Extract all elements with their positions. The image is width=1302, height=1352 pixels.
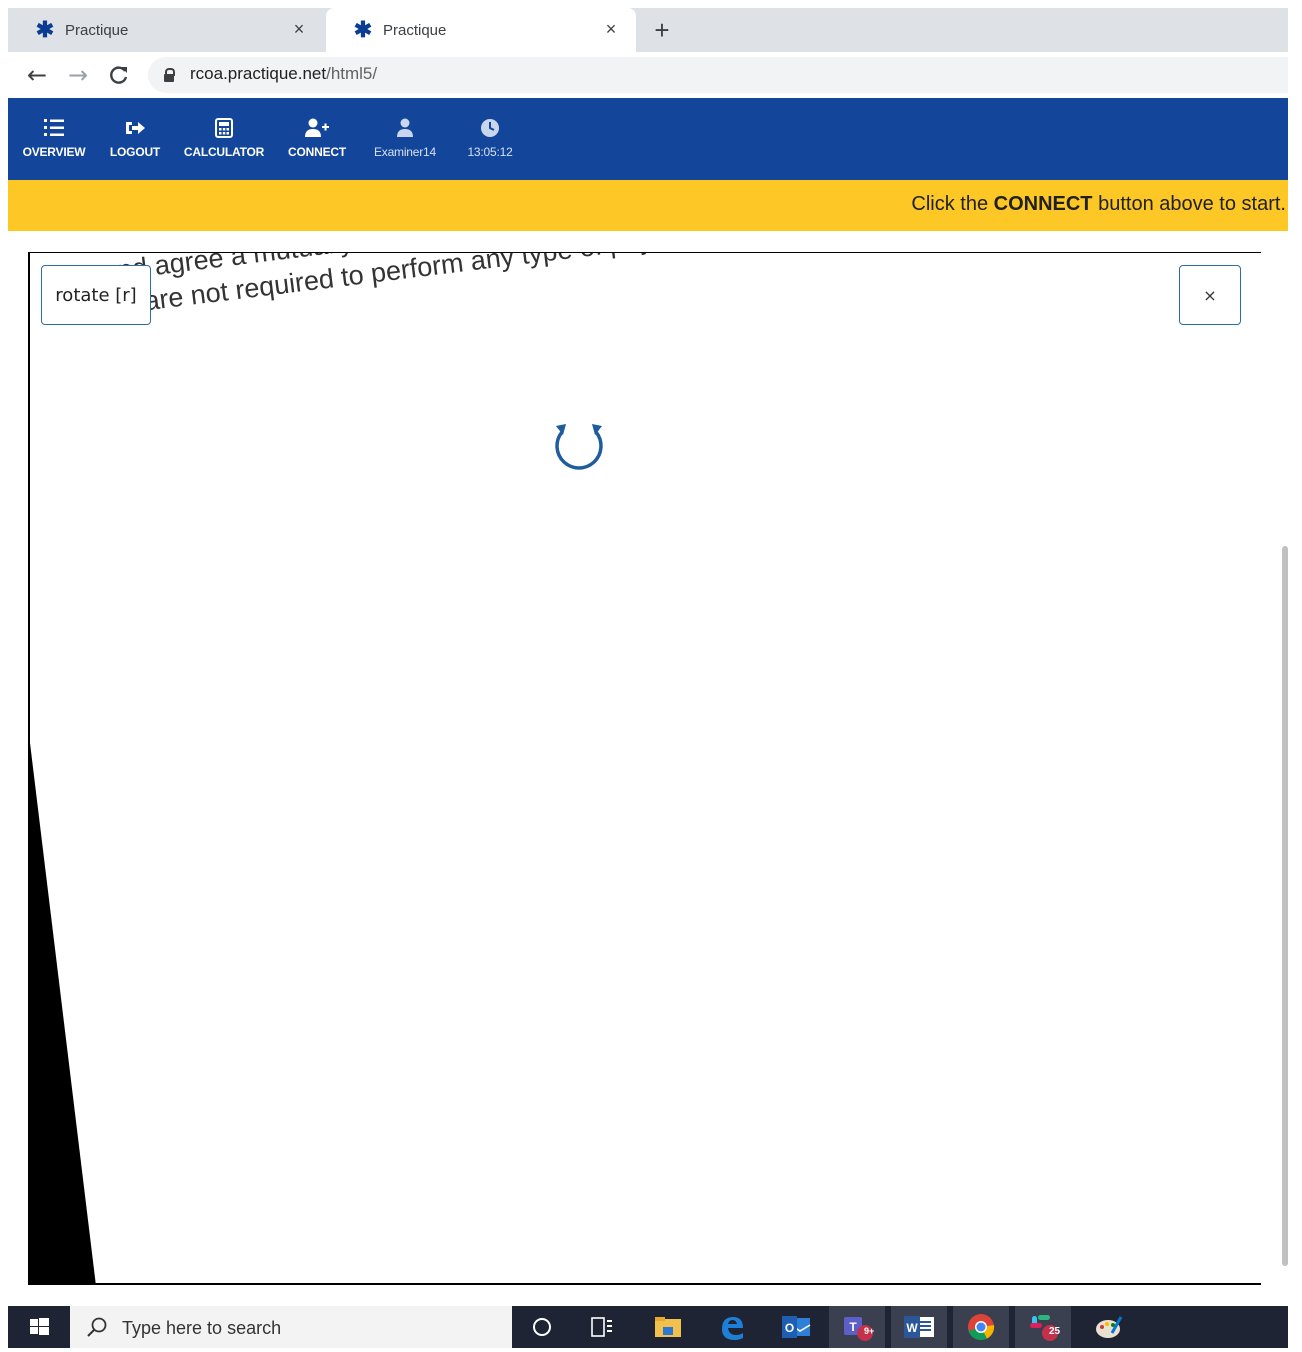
- tab-close-icon[interactable]: ×: [600, 18, 622, 40]
- logout-button[interactable]: LOGOUT: [106, 116, 164, 159]
- banner-emphasis: CONNECT: [993, 193, 1093, 215]
- close-viewer-button[interactable]: ×: [1179, 265, 1241, 325]
- document-viewer[interactable]: , and agree a mutually agree You are not…: [28, 252, 1261, 1285]
- reload-icon[interactable]: [104, 60, 134, 90]
- examiner-indicator: Examiner14: [366, 116, 444, 159]
- calculator-icon: [182, 116, 266, 140]
- svg-text:T: T: [849, 1320, 857, 1334]
- new-tab-button[interactable]: +: [648, 16, 676, 44]
- slack-icon[interactable]: 25: [1015, 1306, 1071, 1348]
- user-icon: [366, 116, 444, 140]
- edge-icon[interactable]: [704, 1306, 760, 1348]
- page-scrollbar[interactable]: [1282, 546, 1288, 1266]
- taskbar-search-box[interactable]: Type here to search: [70, 1306, 512, 1348]
- tab-title: Practique: [65, 21, 129, 39]
- examiner-label: Examiner14: [373, 145, 437, 159]
- outlook-icon[interactable]: O: [768, 1306, 824, 1348]
- teams-badge: 9+: [864, 1326, 875, 1336]
- browser-toolbar: ← → rcoa.practique.net/html5/: [8, 52, 1288, 98]
- browser-tab-active[interactable]: ✱ Practique ×: [326, 8, 636, 52]
- banner-message: Click the CONNECT button above to start.: [911, 193, 1286, 216]
- practique-favicon-icon: ✱: [353, 17, 373, 42]
- search-placeholder: Type here to search: [122, 1318, 282, 1338]
- svg-text:O: O: [785, 1321, 794, 1335]
- svg-text:W: W: [906, 1321, 918, 1335]
- search-icon: [87, 1317, 107, 1337]
- app-navbar: OVERVIEW LOGOUT CALCULATOR CONNECT Exami…: [8, 98, 1288, 180]
- loading-spinner-icon: [548, 418, 610, 478]
- teams-icon[interactable]: T 9+: [829, 1306, 885, 1348]
- connect-label: CONNECT: [288, 145, 346, 159]
- tab-title: Practique: [383, 21, 447, 39]
- overview-button[interactable]: OVERVIEW: [20, 116, 88, 159]
- calculator-button[interactable]: CALCULATOR: [182, 116, 266, 159]
- page-edge-shadow: [30, 743, 96, 1283]
- windows-taskbar: Type here to search O T 9+ W 25: [8, 1306, 1288, 1348]
- cortana-icon[interactable]: [514, 1306, 570, 1348]
- tab-close-icon[interactable]: ×: [288, 18, 310, 40]
- practique-favicon-icon: ✱: [35, 17, 55, 42]
- logout-label: LOGOUT: [109, 145, 161, 159]
- word-icon[interactable]: W: [891, 1306, 947, 1348]
- browser-tab-strip: ✱ Practique × ✱ Practique × +: [8, 8, 1288, 52]
- paint-icon[interactable]: [1081, 1306, 1137, 1348]
- banner-suffix: button above to start.: [1092, 193, 1286, 215]
- url-path: /html5/: [326, 64, 378, 83]
- calculator-label: CALCULATOR: [183, 145, 265, 159]
- file-explorer-icon[interactable]: [640, 1306, 696, 1348]
- address-bar[interactable]: rcoa.practique.net/html5/: [148, 57, 1288, 93]
- start-button[interactable]: [8, 1306, 70, 1348]
- logout-icon: [106, 116, 164, 140]
- status-banner: Click the CONNECT button above to start.: [8, 180, 1288, 231]
- clock-label: 13:05:12: [467, 145, 513, 159]
- lock-icon: [164, 68, 175, 82]
- browser-tab[interactable]: ✱ Practique ×: [8, 8, 324, 52]
- url-host: rcoa.practique.net: [190, 64, 327, 83]
- slack-badge: 25: [1049, 1326, 1061, 1337]
- rotate-button[interactable]: rotate [r]: [41, 265, 151, 325]
- user-plus-icon: [284, 116, 350, 140]
- banner-prefix: Click the: [911, 193, 994, 215]
- url-text: rcoa.practique.net/html5/: [190, 64, 377, 84]
- clock-icon: [460, 116, 520, 140]
- forward-arrow-icon[interactable]: →: [63, 60, 93, 90]
- back-arrow-icon[interactable]: ←: [22, 60, 52, 90]
- list-icon: [20, 116, 88, 140]
- chrome-icon[interactable]: [953, 1306, 1009, 1348]
- task-view-icon[interactable]: [574, 1306, 630, 1348]
- clock-indicator: 13:05:12: [460, 116, 520, 159]
- overview-label: OVERVIEW: [22, 145, 86, 159]
- connect-button[interactable]: CONNECT: [284, 116, 350, 159]
